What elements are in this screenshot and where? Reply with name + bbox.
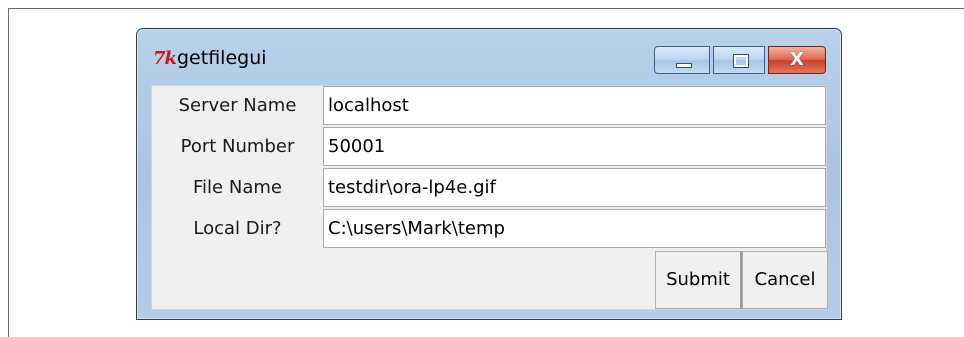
form-row-port-number: Port Number 50001 [152, 127, 828, 167]
tk-app-icon: 7k [153, 48, 177, 69]
local-dir-input[interactable]: C:\users\Mark\temp [323, 209, 826, 248]
local-dir-label: Local Dir? [193, 218, 282, 239]
maximize-button[interactable] [713, 46, 765, 74]
file-name-input[interactable]: testdir\ora-lp4e.gif [323, 168, 826, 207]
minimize-button[interactable] [654, 46, 710, 74]
close-icon: X [790, 49, 804, 70]
window-title-bar[interactable]: 7k getfilegui X [137, 29, 841, 85]
form-row-server-name: Server Name localhost [152, 86, 828, 126]
form-panel: Server Name localhost Port Number 50001 … [151, 85, 828, 310]
maximize-icon [733, 54, 749, 68]
form-row-file-name: File Name testdir\ora-lp4e.gif [152, 168, 828, 208]
cancel-button[interactable]: Cancel [742, 251, 828, 309]
server-name-input[interactable]: localhost [323, 86, 826, 125]
getfilegui-window: 7k getfilegui X Server Name localhost Po… [136, 28, 842, 320]
submit-button[interactable]: Submit [655, 251, 742, 309]
server-name-label: Server Name [178, 95, 297, 116]
file-name-label: File Name [193, 177, 282, 198]
window-caption-buttons: X [654, 46, 826, 74]
port-number-input[interactable]: 50001 [323, 127, 826, 166]
minimize-icon [676, 63, 692, 68]
form-row-local-dir: Local Dir? C:\users\Mark\temp [152, 209, 828, 249]
port-number-label: Port Number [180, 136, 295, 157]
window-title: getfilegui [177, 47, 267, 69]
action-button-bar: Submit Cancel [152, 251, 828, 309]
close-button[interactable]: X [768, 46, 826, 74]
